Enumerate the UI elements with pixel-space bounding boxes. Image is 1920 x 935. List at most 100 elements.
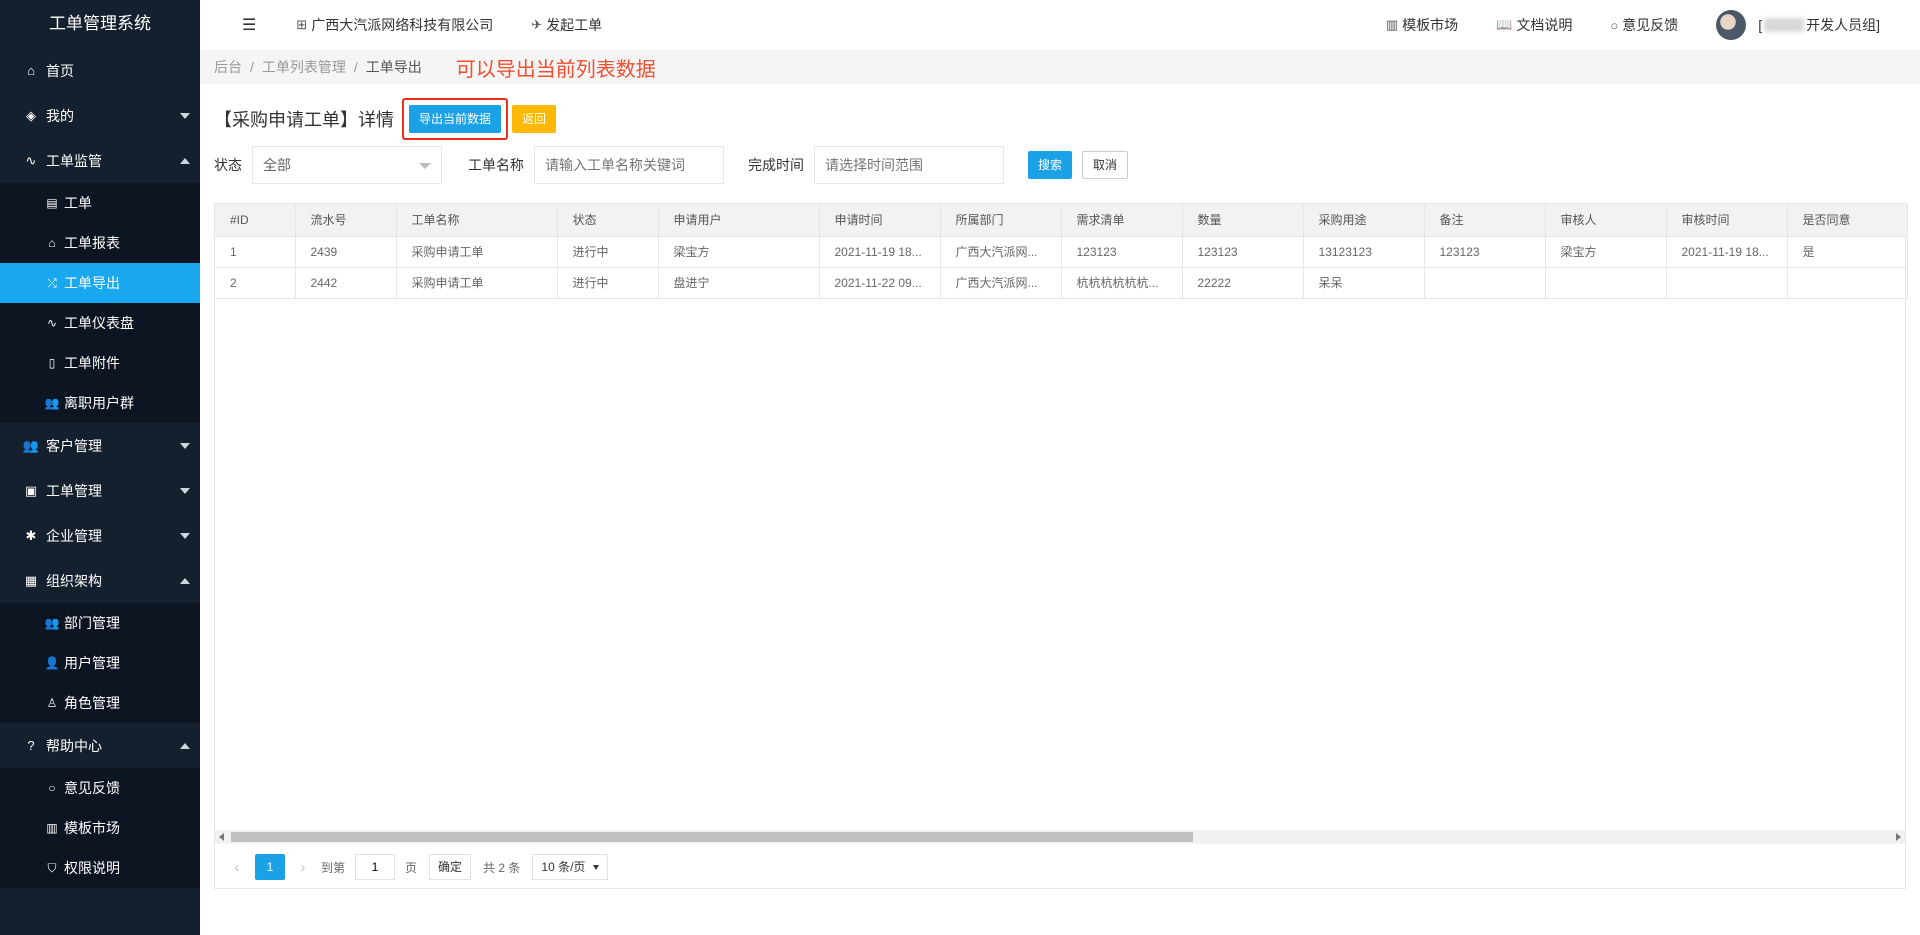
page-size-select[interactable]: 10 条/页: [532, 854, 609, 880]
sidebar-subitem-dashboard[interactable]: ∿ 工单仪表盘: [0, 303, 200, 343]
column-header[interactable]: 备注: [1424, 204, 1546, 237]
name-label: 工单名称: [468, 157, 524, 173]
status-select[interactable]: 全部: [252, 146, 442, 184]
docs-link[interactable]: 📖 文档说明: [1496, 15, 1572, 35]
cancel-button[interactable]: 取消: [1082, 151, 1129, 179]
column-header[interactable]: 流水号: [295, 204, 397, 237]
table-cell: 梁宝方: [1545, 236, 1667, 268]
sidebar-subitem-permissions[interactable]: ⛉ 权限说明: [0, 848, 200, 888]
shield-icon: ⛉: [47, 860, 57, 875]
table-cell: 22222: [1182, 267, 1304, 299]
column-header[interactable]: 需求清单: [1061, 204, 1183, 237]
question-icon: ?: [27, 738, 35, 753]
sidebar-item-label: 企业管理: [46, 527, 102, 544]
sidebar-subitem-resigned[interactable]: 👥 离职用户群: [0, 383, 200, 423]
table-row[interactable]: 2 2442 采购申请工单 进行中 盘进宁 2021-11-22 09... 广…: [215, 267, 1908, 299]
pagination: ‹ 1 › 到第 页 确定 共 2 条 10 条/页: [215, 852, 609, 882]
avatar[interactable]: [1716, 10, 1747, 40]
sidebar-item-help[interactable]: ? 帮助中心: [0, 723, 200, 768]
sidebar-item-mine[interactable]: ◈ 我的: [0, 93, 200, 138]
company-name: 广西大汽派网络科技有限公司: [311, 17, 494, 33]
sidebar-subitem-report[interactable]: ⌂ 工单报表: [0, 223, 200, 263]
goto-confirm-button[interactable]: 确定: [429, 854, 472, 880]
table-cell: 1: [215, 236, 296, 268]
sidebar-subitem-attachment[interactable]: ▯ 工单附件: [0, 343, 200, 383]
sidebar-subitem-users[interactable]: 👤 用户管理: [0, 643, 200, 683]
goto-page-input[interactable]: [355, 854, 396, 880]
column-header[interactable]: 工单名称: [396, 204, 558, 237]
docs-label: 文档说明: [1516, 17, 1573, 33]
document-icon: ▤: [46, 196, 58, 210]
table-cell: 盘进宁: [658, 267, 820, 299]
scroll-left-icon[interactable]: [219, 833, 224, 841]
sidebar-item-ticket-mgmt[interactable]: ▣ 工单管理: [0, 468, 200, 513]
status-label: 状态: [214, 157, 242, 173]
sidebar-subitem-feedback[interactable]: ○ 意见反馈: [0, 768, 200, 808]
column-header[interactable]: 采购用途: [1303, 204, 1425, 237]
sidebar-item-home[interactable]: ⌂ 首页: [0, 48, 200, 93]
sidebar-item-customers[interactable]: 👥 客户管理: [0, 423, 200, 468]
shuffle-icon: ⤮: [47, 275, 57, 290]
menu-toggle-icon[interactable]: ☰: [242, 15, 256, 35]
horizontal-scrollbar[interactable]: [215, 830, 1905, 844]
next-page-icon[interactable]: ›: [291, 859, 315, 875]
chevron-down-icon: [419, 163, 431, 169]
sidebar-item-enterprise[interactable]: ✱ 企业管理: [0, 513, 200, 558]
circle-icon: ○: [1610, 17, 1619, 33]
scroll-right-icon[interactable]: [1896, 833, 1901, 841]
sidebar-item-org[interactable]: ▦ 组织架构: [0, 558, 200, 603]
sidebar-item-monitor[interactable]: ∿ 工单监管: [0, 138, 200, 183]
sidebar-item-label: 我的: [46, 107, 74, 124]
sidebar-subitem-export[interactable]: ⤮ 工单导出: [0, 263, 200, 303]
breadcrumb-item[interactable]: 工单列表管理: [262, 57, 346, 77]
page-header: 【采购申请工单】详情 导出当前数据 返回: [214, 98, 557, 140]
column-header[interactable]: 是否同意: [1787, 204, 1908, 237]
pulse-icon: ∿: [46, 316, 58, 330]
column-header[interactable]: 状态: [557, 204, 659, 237]
company-switch[interactable]: ⊞ 广西大汽派网络科技有限公司: [296, 15, 493, 35]
back-button[interactable]: 返回: [512, 105, 557, 133]
column-header[interactable]: 审核人: [1545, 204, 1667, 237]
sidebar-item-label: 工单管理: [46, 482, 102, 499]
table-row[interactable]: 1 2439 采购申请工单 进行中 梁宝方 2021-11-19 18... 广…: [215, 236, 1908, 268]
scrollbar-thumb[interactable]: [231, 832, 1193, 842]
name-search-input[interactable]: [534, 146, 724, 184]
template-market-link[interactable]: ▥ 模板市场: [1386, 15, 1458, 35]
sidebar-item-label: 组织架构: [46, 572, 102, 589]
page-number-current[interactable]: 1: [255, 854, 285, 880]
layers-icon: ◈: [26, 107, 36, 123]
submenu-org: 👥 部门管理 👤 用户管理 ♙ 角色管理: [0, 603, 200, 723]
sidebar-subitem-departments[interactable]: 👥 部门管理: [0, 603, 200, 643]
time-range-input[interactable]: [814, 146, 1004, 184]
sidebar-subitem-ticket[interactable]: ▤ 工单: [0, 183, 200, 223]
user-icon: 👤: [44, 656, 60, 670]
breadcrumb-current: 工单导出: [365, 59, 422, 75]
file-icon: ▯: [48, 356, 56, 370]
column-header[interactable]: 数量: [1182, 204, 1304, 237]
sidebar-subitem-roles[interactable]: ♙ 角色管理: [0, 683, 200, 723]
data-table: #ID 流水号 工单名称 状态 申请用户 申请时间 所属部门 需求清单 数量 采…: [214, 203, 1908, 889]
feedback-link[interactable]: ○ 意见反馈: [1610, 15, 1678, 35]
sidebar-subitem-templates[interactable]: ▥ 模板市场: [0, 808, 200, 848]
column-header[interactable]: 所属部门: [940, 204, 1062, 237]
table-cell: 123123: [1061, 236, 1183, 268]
launch-ticket-link[interactable]: ✈ 发起工单: [531, 15, 602, 35]
chevron-down-icon: [180, 487, 190, 494]
sidebar-subitem-label: 工单仪表盘: [64, 315, 134, 331]
column-header[interactable]: #ID: [215, 204, 296, 237]
column-header[interactable]: 审核时间: [1666, 204, 1788, 237]
prev-page-icon[interactable]: ‹: [225, 859, 249, 875]
template-icon: ▥: [1385, 17, 1399, 32]
sidebar-subitem-label: 意见反馈: [64, 780, 120, 796]
breadcrumb-item[interactable]: 后台: [214, 57, 242, 77]
export-button[interactable]: 导出当前数据: [409, 105, 502, 133]
user-menu[interactable]: [ 开发人员组]: [1758, 15, 1880, 35]
sidebar-subitem-label: 工单报表: [64, 235, 120, 251]
column-header[interactable]: 申请用户: [658, 204, 820, 237]
user-prefix: [: [1758, 17, 1763, 33]
sidebar-subitem-label: 权限说明: [64, 860, 120, 876]
column-header[interactable]: 申请时间: [819, 204, 941, 237]
calendar-icon: ▦: [24, 572, 38, 588]
search-button[interactable]: 搜索: [1028, 151, 1073, 179]
sidebar-subitem-label: 工单: [64, 195, 92, 211]
